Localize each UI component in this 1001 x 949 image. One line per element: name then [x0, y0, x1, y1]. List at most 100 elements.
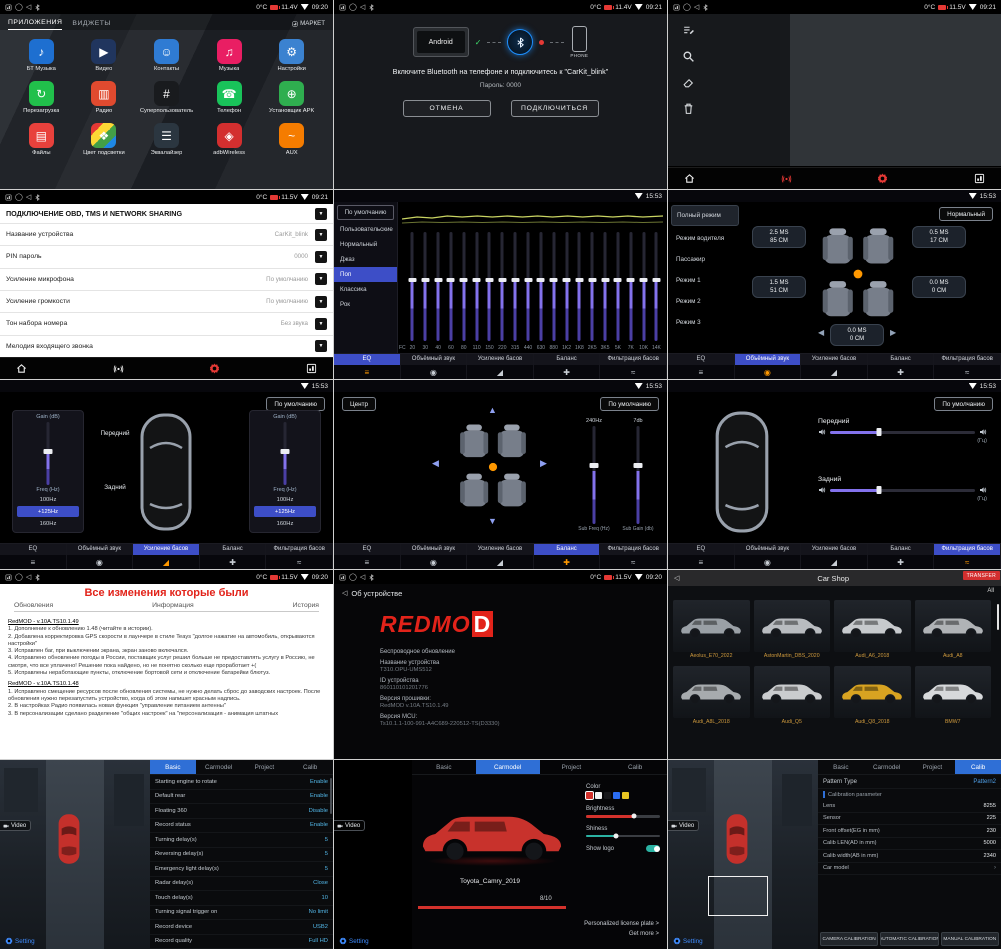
scrollbar[interactable]: [997, 604, 999, 630]
hotspot-icon[interactable]: [113, 363, 124, 374]
brightness-slider[interactable]: [586, 815, 660, 818]
obd-row[interactable]: PIN пароль 0000 ▼: [0, 245, 333, 267]
car-item[interactable]: AstonMartin_DBS_2020: [754, 600, 831, 659]
eq-slider-knob[interactable]: [652, 278, 660, 283]
car-item[interactable]: Audi_Q8_2018: [834, 666, 911, 725]
screen-layout-icon[interactable]: [306, 363, 317, 374]
eq-band-slider[interactable]: 60: [445, 230, 458, 351]
setting-row[interactable]: Radar delay(s) Close: [150, 877, 333, 892]
eq-band-slider[interactable]: 20: [406, 230, 419, 351]
freq-option[interactable]: +125Hz: [254, 506, 316, 517]
sub-freq-slider[interactable]: 240Hz Sub Freq (Hz): [574, 418, 614, 532]
color-swatch[interactable]: [613, 792, 620, 799]
recent-apps-icon[interactable]: [5, 4, 12, 11]
obd-row[interactable]: Название устройства CarKit_blink ▼: [0, 223, 333, 245]
audio-tab[interactable]: EQ ≡: [334, 354, 401, 379]
eq-band-slider[interactable]: 2K5: [586, 230, 599, 351]
audio-tab[interactable]: Фильтрация басов ≈: [266, 544, 333, 569]
gear-icon[interactable]: [877, 173, 888, 184]
eq-slider-knob[interactable]: [421, 278, 429, 283]
car-item[interactable]: Audi_A8L_2018: [673, 666, 750, 725]
setting-row[interactable]: Turning delay(s) 5: [150, 833, 333, 848]
eq-preset[interactable]: Классика: [334, 282, 397, 297]
obd-row[interactable]: Тон набора номера Без звука ▼: [0, 312, 333, 334]
tab-widgets[interactable]: ВИДЖЕТЫ: [72, 20, 111, 30]
camera-tab[interactable]: Project: [540, 760, 604, 774]
calib-row[interactable]: Sensor 225: [818, 813, 1001, 826]
dropdown-button[interactable]: ▼: [315, 208, 327, 220]
gear-icon[interactable]: [209, 363, 220, 374]
pattern-row[interactable]: Pattern Type Pattern2: [818, 775, 1001, 789]
hotspot-icon[interactable]: [781, 173, 792, 184]
eq-band-slider[interactable]: 10K: [637, 230, 650, 351]
eq-slider-knob[interactable]: [460, 278, 468, 283]
eq-slider-knob[interactable]: [550, 278, 558, 283]
calib-row[interactable]: Lens 8255: [818, 800, 1001, 813]
gain-knob[interactable]: [281, 449, 290, 454]
back-icon[interactable]: ◁: [342, 590, 347, 597]
eq-preset[interactable]: Джаз: [334, 252, 397, 267]
camera-tab[interactable]: Basic: [150, 760, 196, 774]
app-icon[interactable]: ~ AUX: [260, 123, 323, 156]
eq-slider-knob[interactable]: [537, 278, 545, 283]
home-circle-icon[interactable]: ◯: [349, 574, 357, 581]
mode-item[interactable]: Режим 3: [668, 312, 742, 333]
audio-tab[interactable]: Объёмный звук ◉: [401, 354, 468, 379]
eq-preset[interactable]: По умолчанию: [337, 205, 394, 220]
mode-item[interactable]: Режим 2: [668, 291, 742, 312]
filter-slider[interactable]: [830, 489, 975, 492]
left-arrow-icon[interactable]: ◀: [432, 458, 439, 469]
eq-preset[interactable]: Пользовательские: [334, 222, 397, 237]
eq-band-slider[interactable]: 5K: [612, 230, 625, 351]
audio-tab[interactable]: Баланс ✚: [868, 354, 935, 379]
sub-gain-slider[interactable]: 7db Sub Gain (db): [618, 418, 658, 532]
audio-tab[interactable]: EQ ≡: [0, 544, 67, 569]
mode-preset-button[interactable]: Нормальный: [939, 207, 993, 221]
connect-button[interactable]: ПОДКЛЮЧИТЬСЯ: [511, 100, 599, 117]
center-button[interactable]: Центр: [342, 397, 376, 411]
eq-slider-knob[interactable]: [601, 278, 609, 283]
default-button[interactable]: По умолчанию: [600, 397, 659, 411]
home-circle-icon[interactable]: ◯: [683, 4, 691, 11]
calibration-button[interactable]: CAMERA CALIBRATION: [820, 932, 878, 946]
eq-slider-knob[interactable]: [485, 278, 493, 283]
cancel-button[interactable]: ОТМЕНА: [403, 100, 491, 117]
recent-apps-icon[interactable]: [339, 4, 346, 11]
delay-front-left[interactable]: 2.5 MS 85 CM: [752, 226, 806, 248]
car-item[interactable]: Audi_A6_2018: [834, 600, 911, 659]
slider-knob[interactable]: [590, 463, 599, 468]
video-tab[interactable]: Video: [668, 820, 699, 831]
dropdown-button[interactable]: ▼: [315, 251, 327, 263]
eq-slider-knob[interactable]: [473, 278, 481, 283]
dropdown-button[interactable]: ▼: [315, 296, 327, 308]
setting-row[interactable]: Default rear Enable: [150, 790, 333, 805]
audio-tab[interactable]: Усиление басов ◢: [801, 544, 868, 569]
obd-row[interactable]: Усиление громкости По умолчанию ▼: [0, 290, 333, 312]
audio-tab[interactable]: Объёмный звук ◉: [401, 544, 468, 569]
dropdown-button[interactable]: ▼: [315, 273, 327, 285]
audio-tab[interactable]: Баланс ✚: [534, 544, 601, 569]
camera-tab[interactable]: Project: [910, 760, 956, 774]
setting-row[interactable]: Floating 360 Disable: [150, 804, 333, 819]
color-swatch[interactable]: [604, 792, 611, 799]
eq-band-slider[interactable]: 80: [457, 230, 470, 351]
camera-tab[interactable]: Carmodel: [476, 760, 540, 774]
eq-band-slider[interactable]: 1K2: [560, 230, 573, 351]
camera-tab[interactable]: Carmodel: [196, 760, 242, 774]
back-icon[interactable]: ◁: [694, 4, 699, 11]
delay-front-right[interactable]: 0.5 MS 17 CM: [912, 226, 966, 248]
down-arrow-icon[interactable]: ▼: [488, 516, 497, 526]
left-arrow-icon[interactable]: ◀: [818, 328, 824, 337]
home-circle-icon[interactable]: ◯: [15, 574, 23, 581]
audio-tab[interactable]: EQ ≡: [668, 354, 735, 379]
app-icon[interactable]: ▤ Файлы: [10, 123, 73, 156]
eq-band-slider[interactable]: 14K: [650, 230, 663, 351]
freq-option[interactable]: +125Hz: [17, 506, 79, 517]
tab-applications[interactable]: ПРИЛОЖЕНИЯ: [8, 19, 62, 30]
home-circle-icon[interactable]: ◯: [349, 4, 357, 11]
delay-center[interactable]: 0.0 MS 0 CM: [830, 324, 884, 346]
model-link[interactable]: Get more >: [584, 931, 659, 937]
audio-tab[interactable]: EQ ≡: [668, 544, 735, 569]
car-model-row[interactable]: Car model ›: [818, 863, 1001, 876]
car-item[interactable]: Audi_A8: [915, 600, 992, 659]
